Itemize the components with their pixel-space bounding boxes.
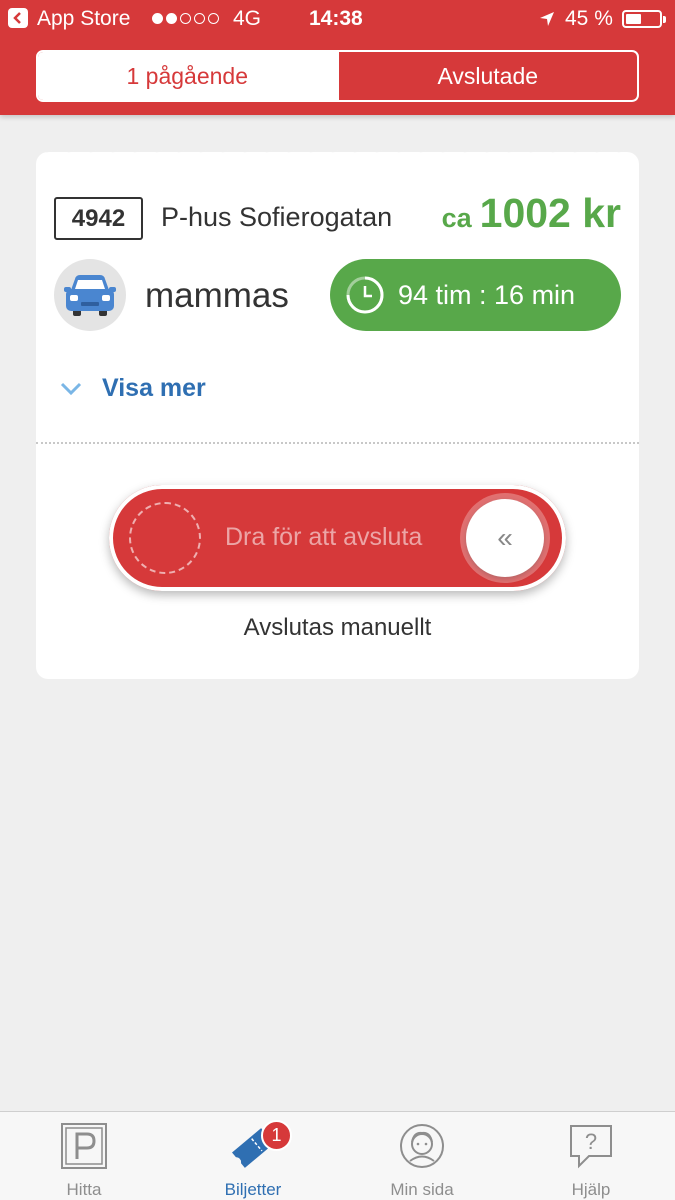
tab-bar: Hitta 1 Biljetter Min sida ? Hjälp	[0, 1111, 675, 1200]
divider	[36, 442, 639, 444]
tab-label: Hjälp	[571, 1180, 611, 1199]
parking-icon	[61, 1123, 107, 1169]
show-more-link[interactable]: Visa mer	[60, 374, 206, 403]
parking-ticket-card: 4942 P-hus Sofierogatan ca 1002 kr mamma…	[36, 146, 639, 679]
signal-strength-icon	[152, 13, 219, 24]
price-estimate: ca 1002 kr	[442, 190, 621, 237]
price-prefix: ca	[441, 203, 472, 233]
svg-text:?: ?	[585, 1129, 597, 1154]
clock-icon	[346, 276, 384, 314]
elapsed-time-pill: 94 tim : 16 min	[330, 259, 621, 331]
battery-icon	[622, 10, 666, 28]
status-bar: App Store 4G 14:38 45 %	[0, 0, 675, 38]
vehicle-name[interactable]: mammas	[145, 276, 289, 316]
profile-icon	[400, 1124, 444, 1168]
tab-hitta[interactable]: Hitta	[0, 1112, 168, 1200]
battery-percent: 45 %	[565, 7, 613, 30]
ticket-filter-segmented-control: 1 pågående Avslutade	[36, 50, 639, 102]
elapsed-time: 94 tim : 16 min	[398, 279, 576, 310]
tab-hjalp[interactable]: ? Hjälp	[507, 1112, 675, 1200]
tab-label: Min sida	[390, 1180, 454, 1199]
tab-ongoing[interactable]: 1 pågående	[38, 52, 337, 100]
back-app-label[interactable]: App Store	[37, 7, 130, 31]
tab-label: Hitta	[66, 1180, 102, 1199]
clock-time: 14:38	[309, 7, 363, 30]
double-chevron-left-icon: «	[497, 522, 513, 553]
location-arrow-icon	[538, 10, 556, 34]
network-type: 4G	[233, 7, 262, 30]
car-icon	[54, 259, 126, 331]
end-parking-slider[interactable]: Dra för att avsluta «	[109, 485, 566, 591]
tab-biljetter[interactable]: 1 Biljetter	[169, 1112, 337, 1200]
slider-label: Dra för att avsluta	[225, 523, 423, 551]
tab-min-sida[interactable]: Min sida	[338, 1112, 506, 1200]
tab-finished[interactable]: Avslutade	[336, 52, 638, 100]
show-more-label: Visa mer	[102, 374, 206, 402]
price-amount: 1002 kr	[479, 190, 621, 236]
slider-drop-target	[129, 502, 201, 574]
slider-handle[interactable]: «	[466, 499, 544, 577]
ticket-edge-decoration	[36, 146, 639, 158]
tab-label: Biljetter	[224, 1180, 282, 1199]
app-header: App Store 4G 14:38 45 % 1 pågående Avslu…	[0, 0, 675, 115]
zone-code: 4942	[54, 197, 143, 240]
back-arrow-icon[interactable]	[8, 8, 28, 28]
parking-location: P-hus Sofierogatan	[161, 202, 393, 232]
chevron-down-icon	[60, 382, 82, 395]
end-mode-label: Avslutas manuellt	[243, 614, 432, 641]
ticket-count-badge: 1	[261, 1120, 292, 1151]
help-icon: ?	[570, 1125, 612, 1169]
